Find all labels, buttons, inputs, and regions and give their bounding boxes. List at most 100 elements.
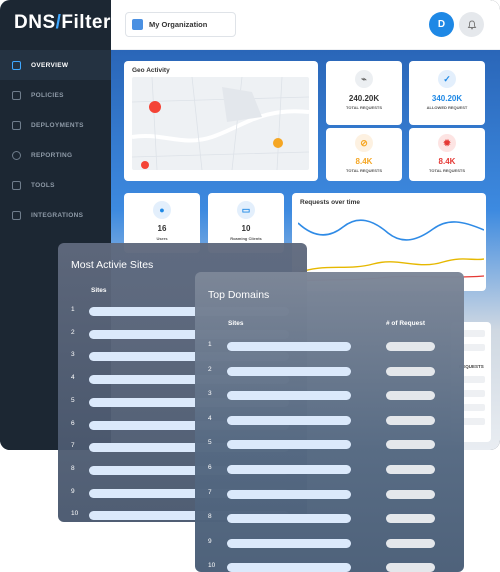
sidebar-item-label: REPORTING — [31, 151, 73, 159]
map-graphic — [132, 77, 309, 170]
site-placeholder-bar[interactable] — [227, 514, 351, 524]
stat-label: Roaming Clients — [230, 236, 262, 241]
shield-icon — [12, 90, 21, 100]
stat-value: 16 — [157, 224, 167, 233]
building-icon — [132, 19, 143, 30]
laptop-icon: ▭ — [237, 201, 255, 219]
request-count-placeholder-bar — [386, 366, 435, 376]
row-number: 3 — [208, 390, 212, 398]
map-marker[interactable] — [149, 101, 161, 113]
request-count-placeholder-bar — [386, 489, 435, 499]
stat-label: TOTAL REQUESTS — [345, 168, 382, 173]
placeholder-bar — [463, 404, 485, 411]
row-number: 7 — [71, 442, 75, 450]
row-number: 8 — [208, 513, 212, 521]
site-placeholder-bar[interactable] — [227, 342, 351, 351]
avatar[interactable]: D — [429, 12, 454, 37]
stat-value: 10 — [241, 224, 251, 233]
site-placeholder-bar[interactable] — [227, 415, 351, 425]
stat-value: 240.20K — [348, 94, 380, 103]
stat-card-allowed-requests[interactable]: ✓ 340.20K ALLOWED REQUEST — [409, 61, 485, 125]
row-number: 8 — [71, 464, 75, 472]
row-number: 5 — [208, 439, 212, 447]
sidebar-item-integrations[interactable]: INTEGRATIONS — [0, 200, 111, 230]
top-bar: DNS/Filter My Organization D — [0, 0, 500, 50]
row-number: 10 — [71, 510, 79, 518]
placeholder-bar — [463, 376, 485, 383]
card-title: Geo Activity — [132, 67, 170, 74]
site-placeholder-bar[interactable] — [227, 440, 351, 450]
request-count-placeholder-bar — [386, 563, 435, 572]
stat-card-blocked-requests[interactable]: ⊘ 8.4K TOTAL REQUESTS — [326, 128, 402, 181]
virus-icon: ✹ — [438, 134, 456, 152]
sidebar-item-tools[interactable]: TOOLS — [0, 170, 111, 200]
map-marker[interactable] — [273, 138, 283, 148]
row-number: 1 — [71, 306, 75, 313]
plug-icon — [12, 210, 21, 220]
sidebar-item-policies[interactable]: POLICIES — [0, 80, 111, 110]
placeholder-bar — [463, 418, 485, 425]
user-icon: ● — [153, 201, 171, 219]
stat-card-threat-requests[interactable]: ✹ 8.4K TOTAL REQUESTS — [409, 128, 485, 181]
site-placeholder-bar[interactable] — [227, 366, 351, 376]
block-icon: ⊘ — [355, 134, 373, 152]
sidebar-item-deployments[interactable]: DEPLOYMENTS — [0, 110, 111, 140]
stage: DNS/Filter My Organization D OVERVIEW PO… — [0, 0, 500, 572]
sidebar-item-reporting[interactable]: REPORTING — [0, 140, 111, 170]
series-line-yellow — [298, 258, 484, 274]
row-number: 4 — [208, 414, 212, 422]
placeholder-bar — [463, 330, 485, 337]
pie-chart-icon — [12, 150, 21, 160]
site-placeholder-bar[interactable] — [227, 489, 351, 499]
top-domains-panel: Top Domains Sites # of Request 1 2 3 4 5 6 7 8 9… — [195, 272, 464, 572]
row-number: 6 — [71, 419, 75, 427]
row-number: 5 — [71, 396, 75, 404]
grid-icon — [12, 60, 21, 70]
request-count-placeholder-bar — [386, 514, 435, 524]
row-number: 9 — [208, 537, 212, 545]
org-selector[interactable]: My Organization — [125, 12, 236, 37]
logo[interactable]: DNS/Filter — [14, 12, 111, 34]
row-number: 9 — [71, 487, 75, 495]
sidebar-item-label: DEPLOYMENTS — [31, 121, 84, 129]
request-count-placeholder-bar — [386, 440, 435, 450]
request-count-placeholder-bar — [386, 465, 435, 474]
sidebar-item-label: TOOLS — [31, 181, 55, 189]
column-header-requests: # of Request — [386, 320, 426, 327]
row-number: 4 — [71, 374, 75, 382]
signal-icon: ⌁ — [355, 70, 373, 88]
notification-button[interactable] — [459, 12, 484, 37]
row-number: 1 — [208, 341, 212, 348]
request-count-placeholder-bar — [386, 415, 435, 425]
request-count-placeholder-bar — [386, 342, 435, 351]
site-placeholder-bar[interactable] — [227, 391, 351, 401]
stat-label: TOTAL REQUESTS — [345, 105, 382, 110]
panel-title: Most Activie Sites — [71, 259, 154, 271]
sidebar-item-overview[interactable]: OVERVIEW — [0, 50, 111, 80]
stat-label: ALLOWED REQUEST — [426, 105, 468, 110]
logo-suffix: Filter — [61, 12, 111, 33]
request-count-placeholder-bar — [386, 538, 435, 548]
site-placeholder-bar[interactable] — [227, 538, 351, 548]
org-label: My Organization — [149, 20, 208, 29]
request-count-placeholder-bar — [386, 391, 435, 401]
logo-text: DNS — [14, 12, 56, 33]
placeholder-bar — [463, 344, 485, 351]
tools-icon — [12, 180, 21, 190]
map-marker[interactable] — [141, 161, 149, 169]
panel-title: Top Domains — [208, 289, 270, 301]
stat-label: Users — [156, 236, 168, 241]
geo-map[interactable] — [132, 77, 309, 170]
card-title: Requests over time — [300, 199, 360, 206]
laptop-icon — [12, 120, 21, 130]
stat-value: 8.4K — [438, 157, 456, 166]
logo-area: DNS/Filter — [0, 0, 111, 50]
stat-label: TOTAL REQUESTS — [428, 168, 465, 173]
column-header-sites: Sites — [228, 320, 244, 327]
site-placeholder-bar[interactable] — [227, 465, 351, 474]
row-number: 7 — [208, 488, 212, 496]
stat-card-total-requests[interactable]: ⌁ 240.20K TOTAL REQUESTS — [326, 61, 402, 125]
site-placeholder-bar[interactable] — [227, 563, 351, 572]
geo-activity-card: Geo Activity — [124, 61, 318, 181]
series-line-blue — [298, 219, 484, 241]
